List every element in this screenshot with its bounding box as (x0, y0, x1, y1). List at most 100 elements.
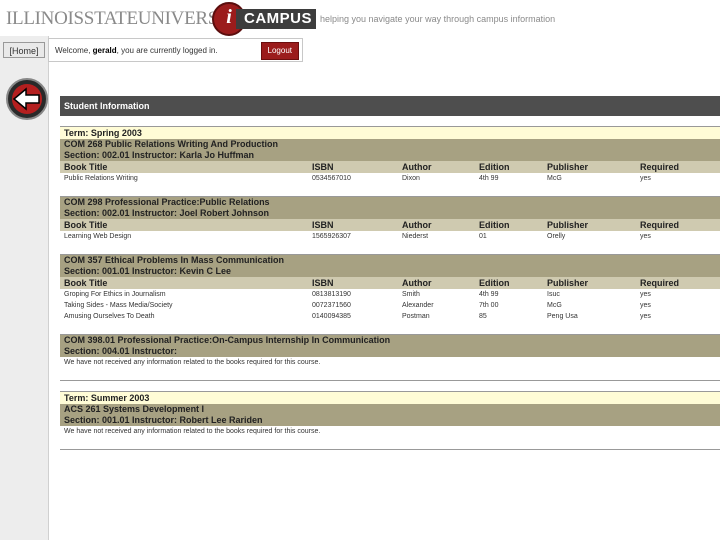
book-author: Dixon (402, 175, 420, 182)
term-block: Term: Spring 2003 COM 268 Public Relatio… (60, 126, 720, 381)
book-publisher: McG (547, 175, 562, 182)
welcome-username: gerald (92, 46, 117, 55)
back-button[interactable] (6, 78, 48, 120)
column-isbn: ISBN (312, 220, 334, 230)
course-divider (60, 242, 720, 255)
page-title: Student Information (60, 96, 720, 116)
table-row: Learning Web Design 1565926307 Niederst … (60, 231, 720, 242)
column-author: Author (402, 162, 432, 172)
course-section: Section: 001.01 Instructor: Kevin C Lee (64, 266, 232, 276)
student-information-panel: Student Information Term: Spring 2003 CO… (60, 96, 720, 450)
column-publisher: Publisher (547, 162, 589, 172)
column-book-title: Book Title (64, 162, 108, 172)
book-edition: 7th 00 (479, 302, 499, 309)
course-header: ACS 261 Systems Development I Section: 0… (60, 404, 720, 426)
welcome-prefix: Welcome, (55, 46, 93, 55)
book-required: yes (640, 233, 651, 240)
course-block: ACS 261 Systems Development I Section: 0… (60, 404, 720, 450)
no-books-notice: We have not received any information rel… (60, 357, 720, 368)
welcome-box: Welcome, gerald, you are currently logge… (48, 38, 303, 62)
welcome-message: Welcome, gerald, you are currently logge… (55, 46, 218, 55)
course-divider (60, 184, 720, 197)
site-header: ILLINOISSTATEUNIVERSITY i CAMPUS helping… (0, 0, 720, 36)
table-row: Amusing Ourselves To Death 0140094385 Po… (60, 311, 720, 322)
column-edition: Edition (479, 220, 510, 230)
course-block: COM 357 Ethical Problems In Mass Communi… (60, 255, 720, 335)
book-edition: 4th 99 (479, 291, 499, 298)
book-required: yes (640, 291, 651, 298)
welcome-suffix: , you are currently logged in. (116, 46, 218, 55)
book-author: Alexander (402, 302, 434, 309)
book-required: yes (640, 302, 651, 309)
book-edition: 85 (479, 313, 487, 320)
term-block: Term: Summer 2003 ACS 261 Systems Develo… (60, 391, 720, 450)
column-book-title: Book Title (64, 278, 108, 288)
back-arrow-icon (12, 87, 40, 111)
book-edition: 4th 99 (479, 175, 499, 182)
book-title: Learning Web Design (64, 233, 132, 240)
icampus-logo[interactable]: i CAMPUS (212, 2, 317, 36)
book-publisher: Orelly (547, 233, 566, 240)
course-divider (60, 437, 720, 450)
book-isbn: 0140094385 (312, 313, 351, 320)
course-title: COM 357 Ethical Problems In Mass Communi… (64, 255, 285, 265)
course-block: COM 298 Professional Practice:Public Rel… (60, 197, 720, 255)
book-edition: 01 (479, 233, 487, 240)
table-row: Groping For Ethics in Journalism 0813813… (60, 289, 720, 300)
table-row: Public Relations Writing 0534567010 Dixo… (60, 173, 720, 184)
site-tagline: helping you navigate your way through ca… (320, 14, 556, 24)
course-header: COM 268 Public Relations Writing And Pro… (60, 139, 720, 161)
column-edition: Edition (479, 278, 510, 288)
book-isbn: 0072371560 (312, 302, 351, 309)
column-required: Required (640, 162, 680, 172)
book-title: Amusing Ourselves To Death (64, 313, 155, 320)
column-author: Author (402, 220, 432, 230)
column-book-title: Book Title (64, 220, 108, 230)
book-required: yes (640, 175, 651, 182)
book-isbn: 0534567010 (312, 175, 351, 182)
course-header: COM 298 Professional Practice:Public Rel… (60, 197, 720, 219)
course-header: COM 357 Ethical Problems In Mass Communi… (60, 255, 720, 277)
column-isbn: ISBN (312, 278, 334, 288)
book-publisher: McG (547, 302, 562, 309)
course-section: Section: 004.01 Instructor: (64, 346, 178, 356)
column-publisher: Publisher (547, 220, 589, 230)
column-header-row: Book Title ISBN Author Edition Publisher… (60, 219, 720, 231)
course-title: COM 398.01 Professional Practice:On-Camp… (64, 335, 391, 345)
course-section: Section: 002.01 Instructor: Joel Robert … (64, 208, 270, 218)
course-block: COM 268 Public Relations Writing And Pro… (60, 139, 720, 197)
table-row: Taking Sides - Mass Media/Society 007237… (60, 300, 720, 311)
column-publisher: Publisher (547, 278, 589, 288)
no-books-notice: We have not received any information rel… (60, 426, 720, 437)
home-button-label: Home (11, 46, 36, 56)
book-isbn: 0813813190 (312, 291, 351, 298)
term-label: Term: Spring 2003 (60, 126, 720, 139)
book-isbn: 1565926307 (312, 233, 351, 240)
term-label: Term: Summer 2003 (60, 391, 720, 404)
course-header: COM 398.01 Professional Practice:On-Camp… (60, 335, 720, 357)
book-title: Public Relations Writing (64, 175, 138, 182)
home-button[interactable]: [Home] (3, 42, 45, 58)
book-author: Niederst (402, 233, 429, 240)
column-header-row: Book Title ISBN Author Edition Publisher… (60, 277, 720, 289)
logo-wordmark: CAMPUS (236, 9, 316, 29)
book-title: Taking Sides - Mass Media/Society (64, 302, 173, 309)
book-title: Groping For Ethics in Journalism (64, 291, 166, 298)
column-required: Required (640, 278, 680, 288)
column-isbn: ISBN (312, 162, 334, 172)
book-author: Postman (402, 313, 430, 320)
column-required: Required (640, 220, 680, 230)
course-section: Section: 001.01 Instructor: Robert Lee R… (64, 415, 263, 425)
book-publisher: Isuc (547, 291, 560, 298)
book-required: yes (640, 313, 651, 320)
book-author: Smith (402, 291, 420, 298)
course-block: COM 398.01 Professional Practice:On-Camp… (60, 335, 720, 381)
column-header-row: Book Title ISBN Author Edition Publisher… (60, 161, 720, 173)
course-divider (60, 368, 720, 381)
course-divider (60, 322, 720, 335)
logout-button[interactable]: Logout (260, 42, 299, 60)
column-author: Author (402, 278, 432, 288)
course-title: COM 298 Professional Practice:Public Rel… (64, 197, 270, 207)
course-section: Section: 002.01 Instructor: Karla Jo Huf… (64, 150, 255, 160)
book-publisher: Peng Usa (547, 313, 578, 320)
